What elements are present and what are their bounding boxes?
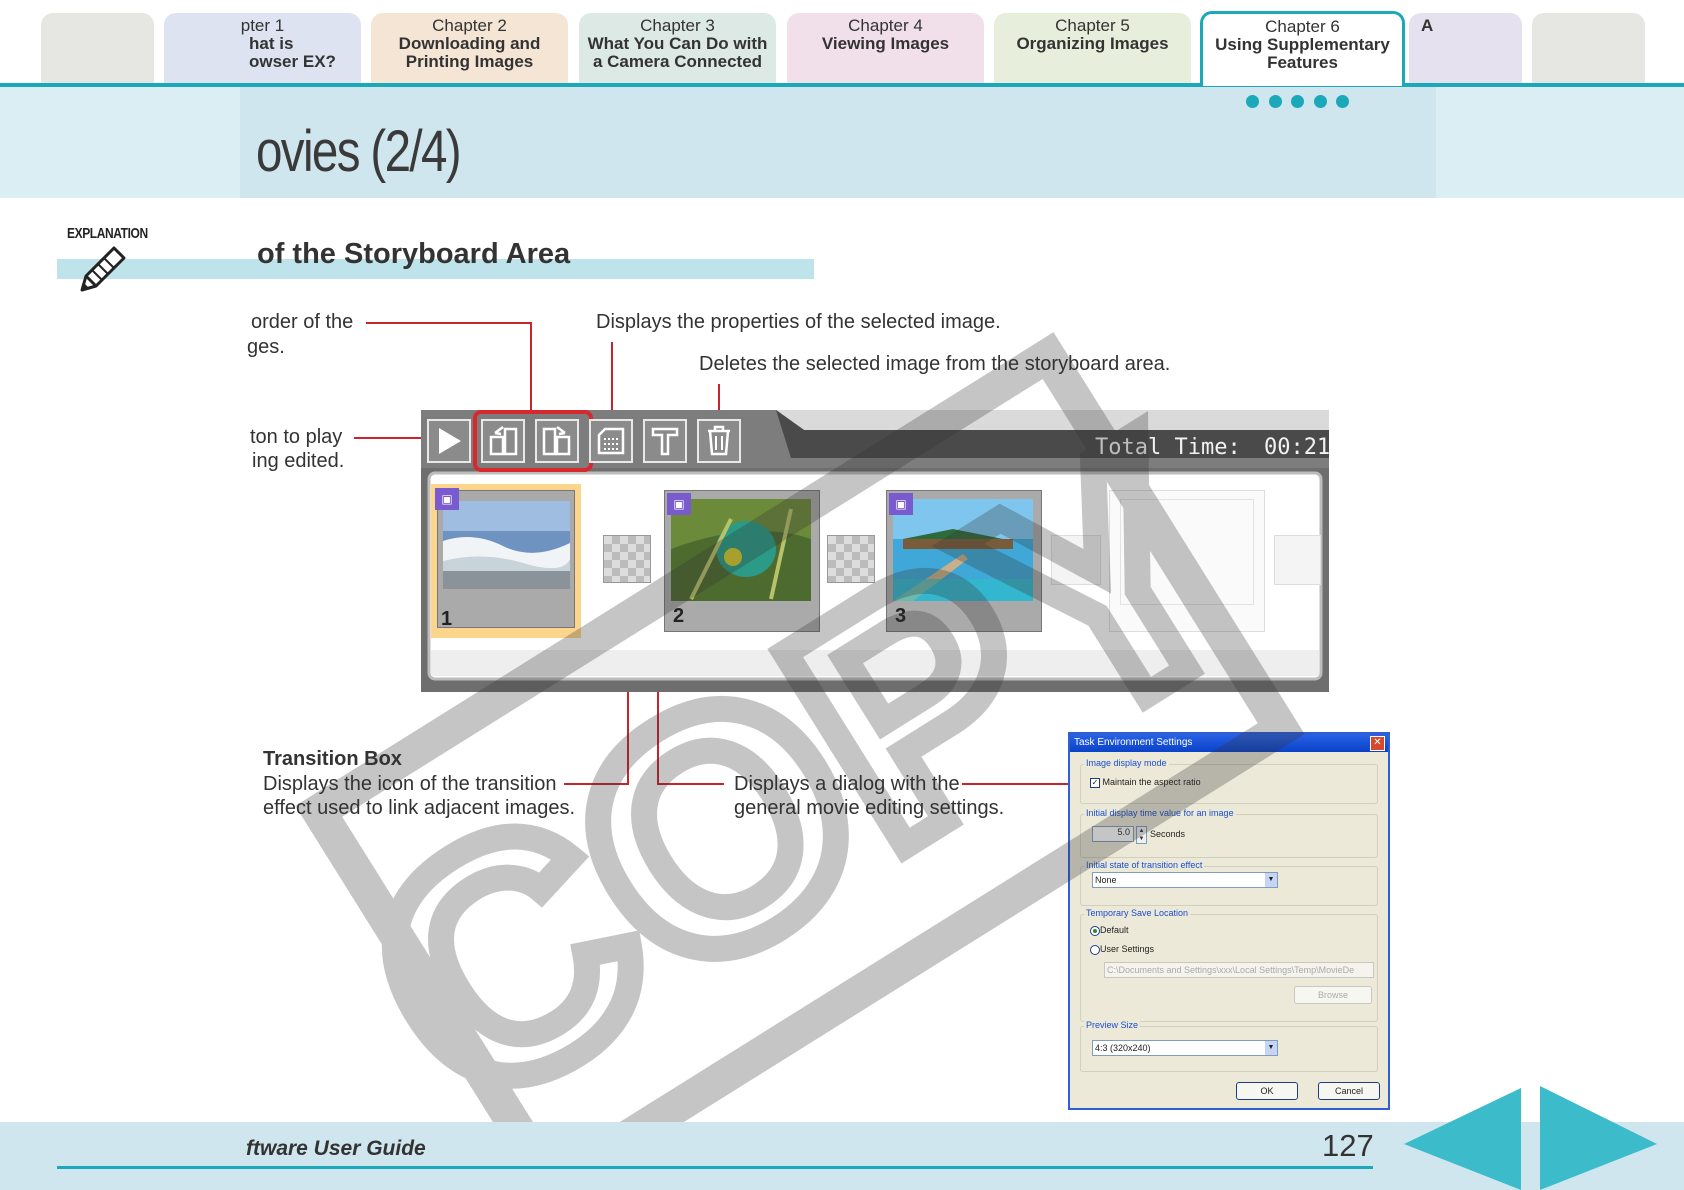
progress-dot: [1246, 95, 1259, 108]
trash-icon: [708, 425, 730, 456]
callout-line-order: [366, 322, 532, 410]
annotation-transition-1: Displays the icon of the transition: [263, 773, 557, 795]
frame-1-number: 1: [441, 608, 453, 630]
annotation-transition-title: Transition Box: [263, 747, 402, 771]
maintain-aspect-checkbox[interactable]: ✓ Maintain the aspect ratio: [1090, 777, 1201, 788]
frame-2-number: 2: [673, 605, 685, 627]
hammer-icon: [651, 427, 679, 456]
dialog-title: Task Environment Settings: [1070, 734, 1388, 752]
storyboard-frame-empty: [1109, 490, 1265, 632]
storyboard-frame-1[interactable]: ▣ 1: [431, 484, 581, 638]
seconds-input[interactable]: 5.0: [1092, 826, 1134, 842]
slide-icon: ▣: [435, 488, 459, 510]
prev-page-arrow-icon[interactable]: [1404, 1088, 1521, 1190]
group-display-time-label: Initial display time value for an image: [1084, 808, 1236, 818]
transition-title-text: Transition Box: [263, 748, 402, 770]
move-left-icon: [489, 426, 518, 456]
transition-box-1[interactable]: [603, 535, 651, 583]
frame-3-number: 3: [895, 605, 907, 627]
tab-chapter-6-title: Using Supplementary: [1215, 35, 1390, 54]
settings-button[interactable]: [643, 419, 687, 463]
transition-select-value: None: [1095, 875, 1117, 885]
footer-guide-title: ftware User Guide: [246, 1137, 426, 1160]
annotation-play-2: ing edited.: [252, 450, 345, 472]
properties-button[interactable]: [589, 419, 633, 463]
tab-chapter-6-number: Chapter 6: [1265, 17, 1340, 36]
preview-size-select[interactable]: 4:3 (320x240) ▼: [1092, 1040, 1278, 1056]
annotation-transition-2: effect used to link adjacent images.: [263, 797, 576, 819]
transition-box-2[interactable]: [827, 535, 875, 583]
section-progress-dots: [1246, 95, 1359, 113]
progress-dot: [1313, 95, 1327, 108]
frame-3-thumbnail: [893, 499, 1033, 601]
browse-button[interactable]: Browse: [1294, 986, 1372, 1004]
move-right-button[interactable]: [535, 419, 579, 463]
user-settings-radio-label: User Settings: [1100, 944, 1155, 954]
storyboard-frame-3[interactable]: ▣ 3: [886, 490, 1042, 632]
footer-line: [57, 1166, 1373, 1169]
annotation-dialog-2: general movie editing settings.: [734, 797, 1005, 819]
progress-dot: [1268, 95, 1282, 108]
progress-dot: [1291, 95, 1304, 108]
annotation-properties: Displays the properties of the selected …: [596, 311, 1001, 333]
annotation-play-1: ton to play: [250, 426, 343, 448]
preview-size-value: 4:3 (320x240): [1095, 1043, 1151, 1053]
cancel-button[interactable]: Cancel: [1318, 1082, 1380, 1100]
seconds-label: Seconds: [1150, 829, 1186, 839]
maintain-aspect-label: Maintain the aspect ratio: [1102, 777, 1201, 787]
total-time-label: Total Time:: [1095, 435, 1241, 460]
progress-dot: [1336, 95, 1349, 108]
group-preview-size-label: Preview Size: [1084, 1020, 1141, 1030]
play-button[interactable]: [427, 419, 471, 463]
slide-icon: ▣: [667, 493, 691, 515]
tab-chapter-6[interactable]: Chapter 6 Using Supplementary Features: [1200, 11, 1405, 86]
frame-2-thumbnail: [671, 499, 811, 601]
transition-box-empty: [1051, 535, 1101, 585]
transition-box-empty: [1274, 535, 1321, 585]
default-radio[interactable]: Default: [1090, 925, 1129, 936]
next-page-arrow-icon[interactable]: [1540, 1086, 1657, 1190]
tab-chapter-6-title-2: Features: [1267, 53, 1338, 72]
seconds-spinner[interactable]: ▲ ▼: [1136, 826, 1147, 844]
slide-icon: ▣: [889, 493, 913, 515]
page-number: 127: [1322, 1128, 1374, 1163]
group-image-display-label: Image display mode: [1084, 758, 1169, 768]
annotation-delete: Deletes the selected image from the stor…: [699, 353, 1171, 375]
annotation-order-1: order of the: [251, 311, 354, 333]
delete-button[interactable]: [697, 419, 741, 463]
ok-button[interactable]: OK: [1236, 1082, 1298, 1100]
move-right-icon: [542, 426, 571, 456]
task-environment-dialog: Task Environment Settings ✕ Image displa…: [1068, 732, 1390, 1110]
chevron-down-icon: ▼: [1265, 1041, 1277, 1055]
move-left-button[interactable]: [481, 419, 525, 463]
chevron-down-icon: ▼: [1265, 873, 1277, 887]
annotation-order-2: ges.: [247, 336, 285, 358]
total-time-readout: Total Time: 00:21: [1095, 435, 1330, 460]
default-radio-label: Default: [1100, 925, 1129, 935]
properties-icon: [597, 427, 625, 455]
group-transition-label: Initial state of transition effect: [1084, 860, 1205, 870]
storyboard-area: Total Time: 00:21 ▣ 1 ▣ 2 ▣ 3: [421, 410, 1330, 692]
temp-path-input[interactable]: C:\Documents and Settings\xxx\Local Sett…: [1104, 962, 1374, 978]
frame-1-thumbnail: [443, 501, 570, 589]
play-icon: [439, 428, 461, 454]
tab-underline: [0, 83, 1684, 87]
group-temp-save-label: Temporary Save Location: [1084, 908, 1191, 918]
transition-select[interactable]: None ▼: [1092, 872, 1278, 888]
total-time-value: 00:21: [1263, 435, 1331, 460]
dialog-close-button[interactable]: ✕: [1370, 736, 1385, 751]
annotation-dialog-1: Displays a dialog with the: [734, 773, 960, 795]
storyboard-frame-2[interactable]: ▣ 2: [664, 490, 820, 632]
user-settings-radio[interactable]: User Settings: [1090, 944, 1154, 955]
